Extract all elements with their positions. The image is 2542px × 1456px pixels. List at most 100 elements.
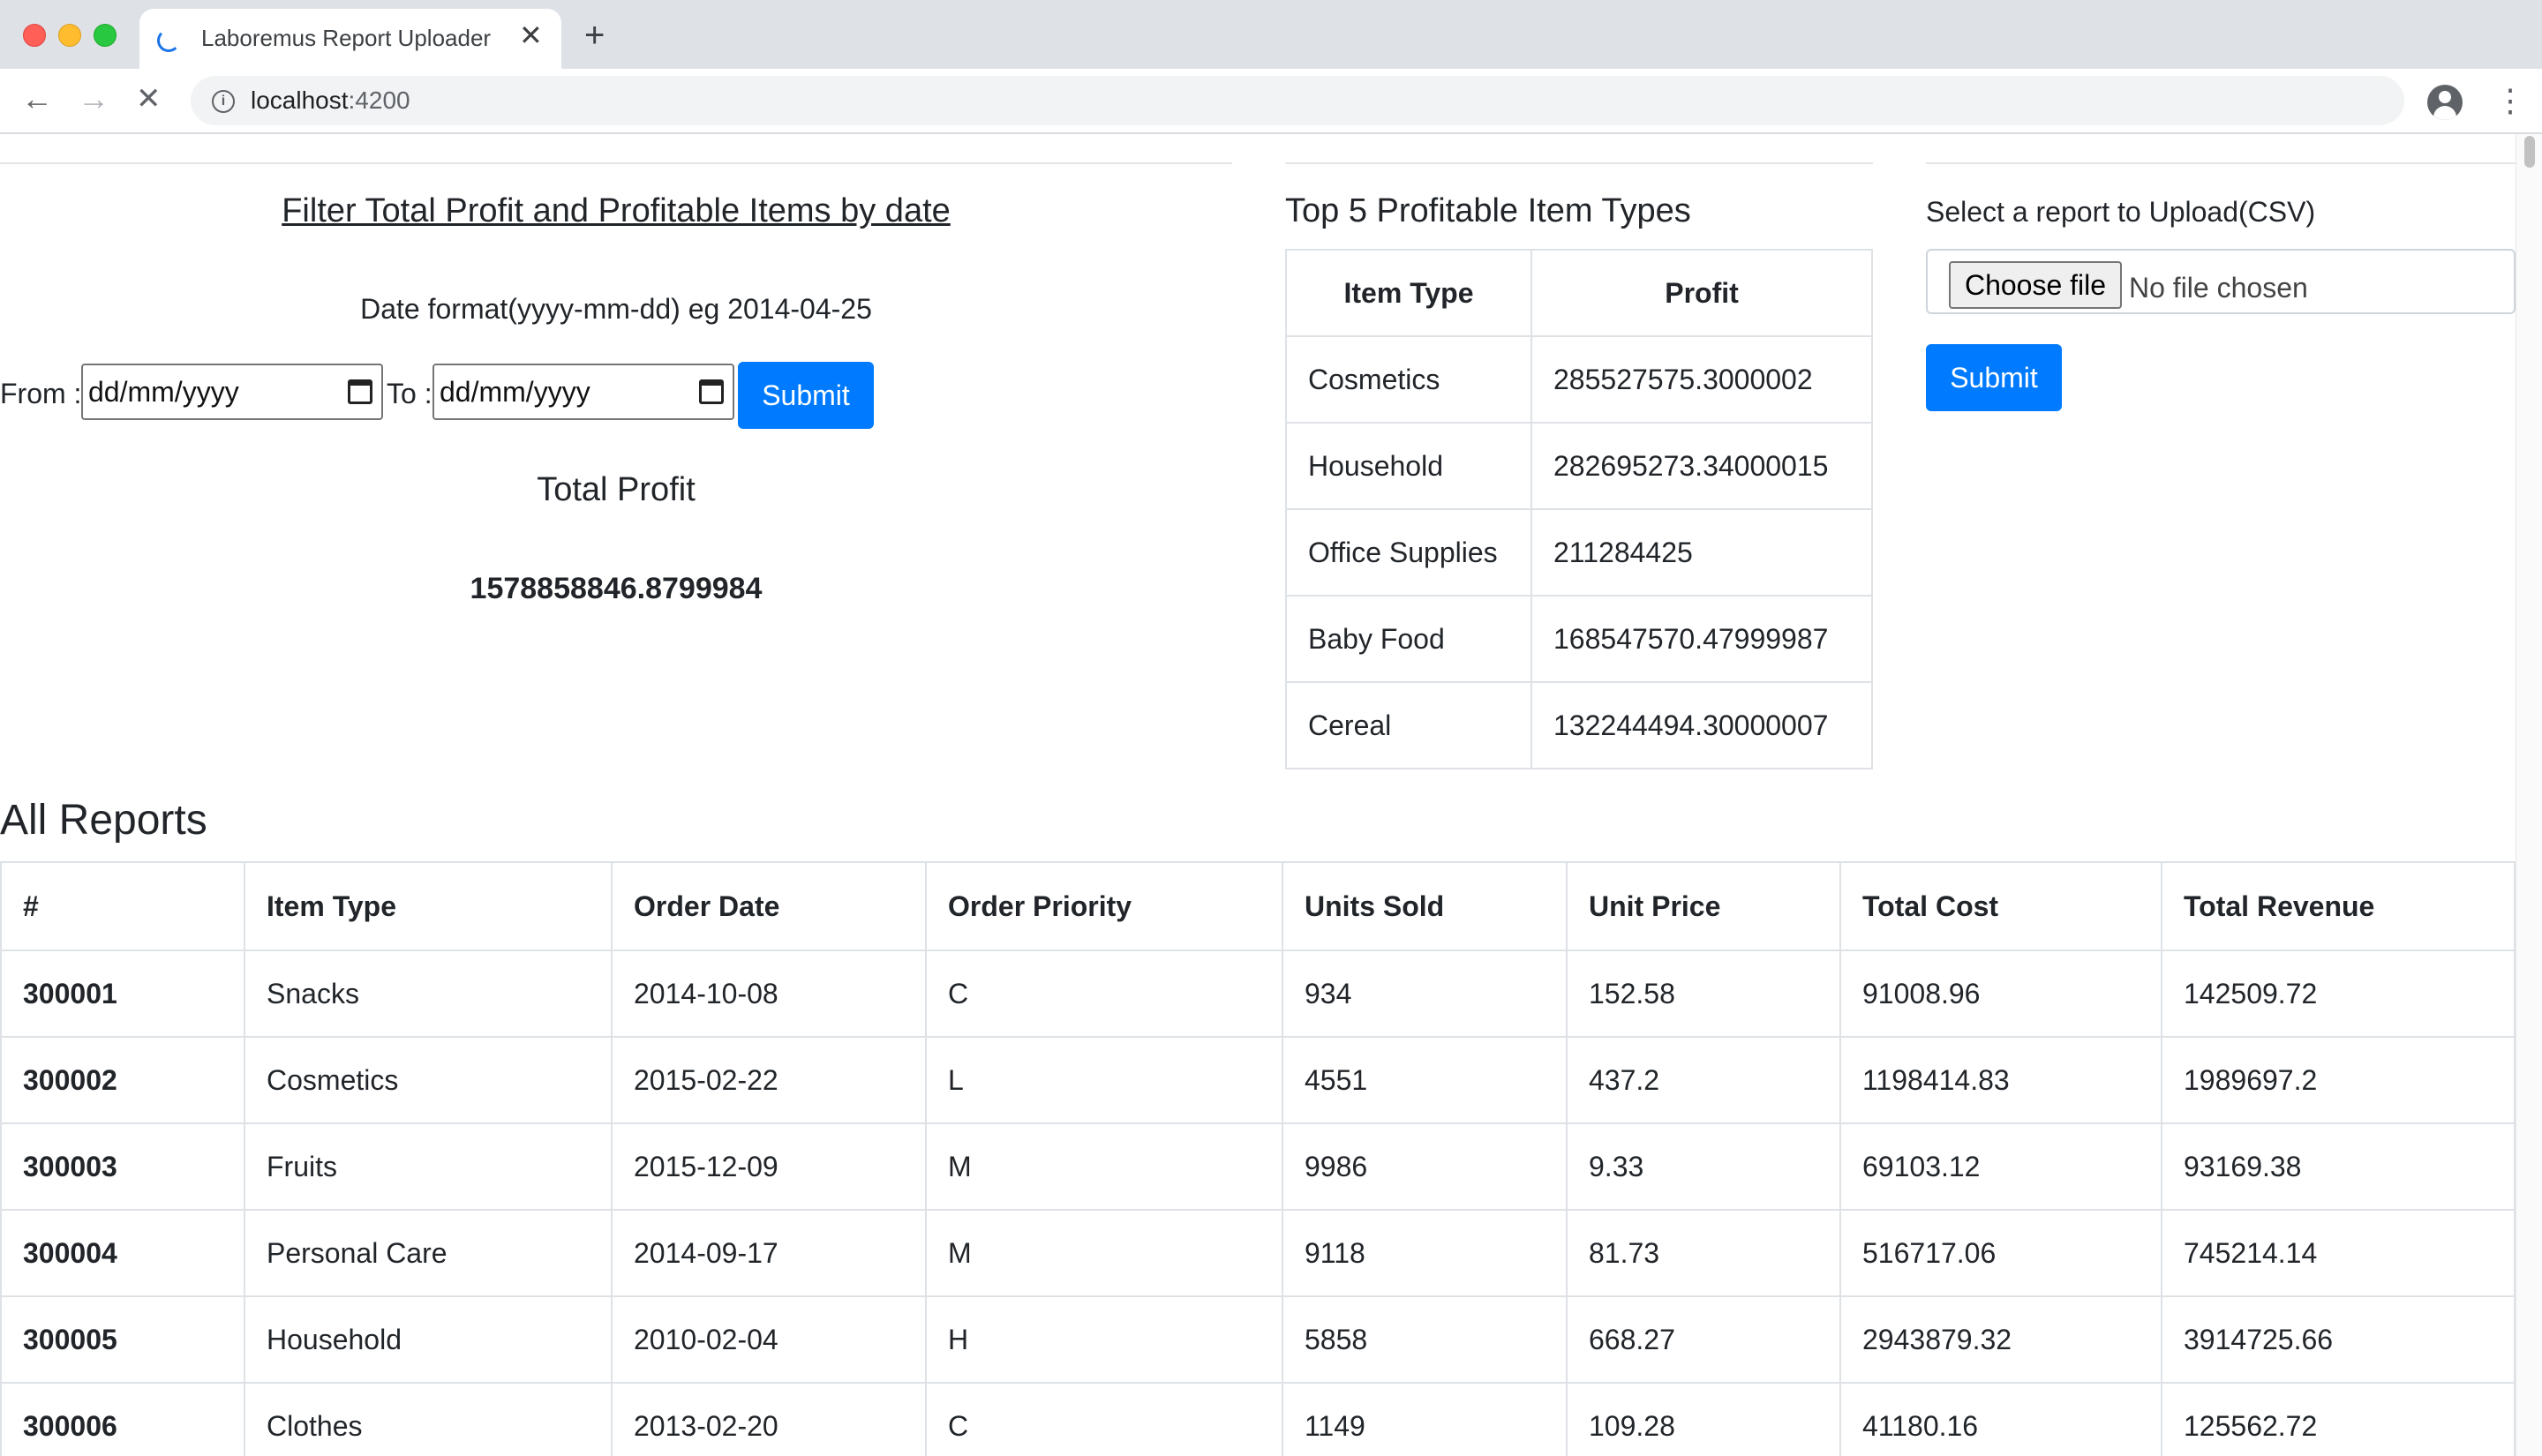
order-date-cell: 2015-02-22 (611, 1036, 927, 1124)
item-type-cell: Cosmetics (244, 1036, 613, 1124)
new-tab-icon[interactable]: + (584, 18, 605, 53)
table-header-row: Item Type Profit (1285, 249, 1873, 337)
table-row: Household 282695273.34000015 (1285, 422, 1873, 510)
total-cost-cell: 516717.06 (1839, 1209, 2162, 1297)
item-type-cell: Cereal (1285, 681, 1532, 769)
table-row: 300005 Household 2010-02-04 H 5858 668.2… (0, 1295, 2516, 1384)
order-priority-cell: C (925, 949, 1283, 1038)
back-arrow-icon[interactable]: ← (21, 81, 53, 116)
to-date-placeholder: dd/mm/yyyy (440, 376, 590, 408)
scrollbar-thumb[interactable] (2524, 136, 2535, 168)
top5-table: Item Type Profit Cosmetics 285527575.3000… (1285, 249, 1873, 769)
total-cost-cell: 1198414.83 (1839, 1036, 2162, 1124)
order-date-cell: 2015-12-09 (611, 1122, 927, 1211)
url-text[interactable]: localhost:4200 (251, 86, 410, 115)
filter-title: Filter Total Profit and Profitable Items… (282, 192, 951, 229)
item-type-cell: Office Supplies (1285, 508, 1532, 597)
address-bar[interactable]: i localhost:4200 ☆ (191, 76, 2404, 125)
divider (1285, 162, 1873, 164)
from-label: From : (0, 378, 82, 409)
reports-table: # Item Type Order Date Order Priority Un… (0, 861, 2516, 1456)
browser-tab-bar: Laboremus Report Uploader ✕ + (0, 0, 2542, 69)
unit-price-cell: 109.28 (1566, 1382, 1841, 1456)
total-revenue-cell: 93169.38 (2161, 1122, 2516, 1211)
browser-tab[interactable]: Laboremus Report Uploader ✕ (139, 9, 561, 69)
item-type-cell: Snacks (244, 949, 613, 1038)
total-cost-cell: 41180.16 (1839, 1382, 2162, 1456)
table-row: 300004 Personal Care 2014-09-17 M 9118 8… (0, 1209, 2516, 1297)
profit-cell: 132244494.30000007 (1530, 681, 1873, 769)
total-cost-cell: 91008.96 (1839, 949, 2162, 1038)
minimize-window-button[interactable] (58, 24, 81, 47)
column-header: Total Revenue (2161, 861, 2516, 951)
item-type-cell: Baby Food (1285, 595, 1532, 683)
order-date-cell: 2013-02-20 (611, 1382, 927, 1456)
to-date-input[interactable]: dd/mm/yyyy (432, 364, 734, 420)
total-profit-label: Total Profit (537, 471, 696, 508)
column-header: Order Date (611, 861, 927, 951)
unit-price-cell: 152.58 (1566, 949, 1841, 1038)
stop-loading-icon[interactable]: ✕ (136, 81, 162, 116)
from-date-input[interactable]: dd/mm/yyyy (81, 364, 383, 420)
choose-file-button[interactable]: Choose file (1949, 261, 2122, 309)
column-header: Order Priority (925, 861, 1283, 951)
table-header-row: # Item Type Order Date Order Priority Un… (0, 861, 2516, 951)
profit-cell: 211284425 (1530, 508, 1873, 597)
loading-spinner-icon (157, 29, 180, 52)
table-row: 300002 Cosmetics 2015-02-22 L 4551 437.2… (0, 1036, 2516, 1124)
maximize-window-button[interactable] (94, 24, 117, 47)
total-cost-cell: 2943879.32 (1839, 1295, 2162, 1384)
all-reports-title: All Reports (0, 797, 207, 844)
item-type-cell: Clothes (244, 1382, 613, 1456)
profit-cell: 168547570.47999987 (1530, 595, 1873, 683)
upload-label: Select a report to Upload(CSV) (1926, 196, 2316, 228)
row-id-cell: 300005 (0, 1295, 245, 1384)
file-input[interactable]: Choose file No file chosen (1926, 249, 2516, 314)
top5-title: Top 5 Profitable Item Types (1285, 192, 1691, 229)
close-tab-icon[interactable]: ✕ (519, 21, 543, 49)
column-header: Item Type (244, 861, 613, 951)
column-header: Unit Price (1566, 861, 1841, 951)
forward-arrow-icon[interactable]: → (78, 81, 109, 116)
order-priority-cell: C (925, 1382, 1283, 1456)
total-revenue-cell: 745214.14 (2161, 1209, 2516, 1297)
unit-price-cell: 81.73 (1566, 1209, 1841, 1297)
total-cost-cell: 69103.12 (1839, 1122, 2162, 1211)
row-id-cell: 300006 (0, 1382, 245, 1456)
item-type-cell: Household (1285, 422, 1532, 510)
column-header: Item Type (1285, 249, 1532, 337)
item-type-cell: Fruits (244, 1122, 613, 1211)
calendar-icon[interactable] (348, 379, 372, 404)
profile-avatar-icon[interactable] (2427, 85, 2463, 120)
filter-submit-button[interactable]: Submit (738, 362, 874, 429)
table-row: Office Supplies 211284425 (1285, 508, 1873, 597)
divider (0, 162, 1232, 164)
item-type-cell: Household (244, 1295, 613, 1384)
browser-menu-icon[interactable]: ⋮ (2494, 83, 2526, 118)
order-priority-cell: L (925, 1036, 1283, 1124)
total-revenue-cell: 142509.72 (2161, 949, 2516, 1038)
calendar-icon[interactable] (699, 379, 724, 404)
units-sold-cell: 934 (1282, 949, 1568, 1038)
total-revenue-cell: 125562.72 (2161, 1382, 2516, 1456)
row-id-cell: 300001 (0, 949, 245, 1038)
date-format-hint: Date format(yyyy-mm-dd) eg 2014-04-25 (360, 293, 872, 325)
upload-submit-button[interactable]: Submit (1926, 344, 2062, 411)
table-row: 300001 Snacks 2014-10-08 C 934 152.58 91… (0, 949, 2516, 1038)
info-icon[interactable]: i (212, 90, 235, 113)
unit-price-cell: 437.2 (1566, 1036, 1841, 1124)
page-scrollbar[interactable] (2516, 134, 2542, 1456)
row-id-cell: 300002 (0, 1036, 245, 1124)
item-type-cell: Cosmetics (1285, 335, 1532, 424)
no-file-text: No file chosen (2129, 272, 2308, 304)
column-header: # (0, 861, 245, 951)
close-window-button[interactable] (23, 24, 46, 47)
column-header: Profit (1530, 249, 1873, 337)
order-date-cell: 2014-09-17 (611, 1209, 927, 1297)
from-date-placeholder: dd/mm/yyyy (88, 376, 239, 408)
table-row: Cereal 132244494.30000007 (1285, 681, 1873, 769)
total-revenue-cell: 3914725.66 (2161, 1295, 2516, 1384)
page-content: Filter Total Profit and Profitable Items… (0, 134, 2516, 1456)
order-date-cell: 2010-02-04 (611, 1295, 927, 1384)
row-id-cell: 300004 (0, 1209, 245, 1297)
